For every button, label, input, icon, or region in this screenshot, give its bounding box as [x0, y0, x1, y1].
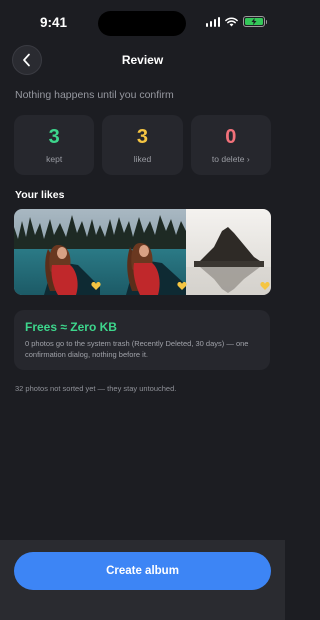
- battery-icon: [243, 16, 267, 27]
- stat-card-to-delete[interactable]: 0 to delete ›: [190, 115, 271, 175]
- stat-label-to-delete: to delete ›: [211, 154, 250, 164]
- frees-title: Frees ≈ Zero KB: [25, 320, 117, 334]
- stat-value-liked: 3: [136, 126, 149, 148]
- photo-thumbnail[interactable]: [14, 209, 100, 295]
- status-icons: [205, 16, 267, 27]
- stat-value-to-delete: 0: [225, 126, 237, 148]
- cellular-signal-icon: [205, 16, 220, 27]
- unsorted-note: 32 photos not sorted yet — they stay unt…: [15, 384, 177, 393]
- heart-icon: [260, 281, 270, 290]
- wifi-icon: [225, 16, 238, 26]
- storage-info-card: Frees ≈ Zero KB 0 photos go to the syste…: [14, 310, 270, 370]
- status-time: 9:41: [40, 15, 68, 30]
- liked-photos-strip: [14, 209, 271, 295]
- stat-label-liked: liked: [133, 154, 152, 164]
- stat-value-kept: 3: [48, 126, 60, 148]
- heart-icon: [177, 281, 187, 290]
- heart-icon: [91, 281, 101, 290]
- trash-description: 0 photos go to the system trash (Recentl…: [25, 339, 249, 359]
- photo-thumbnail[interactable]: [186, 209, 271, 295]
- dynamic-island: [98, 11, 186, 36]
- photo-thumbnail[interactable]: [100, 209, 186, 295]
- stat-card-kept: 3 kept: [14, 115, 95, 175]
- subtitle: Nothing happens until you confirm: [15, 89, 174, 101]
- stat-label-kept: kept: [46, 154, 63, 164]
- stat-card-liked: 3 liked: [102, 115, 183, 175]
- review-screen: 9:41 Review Nothing happens until you co…: [0, 0, 285, 620]
- your-likes-title: Your likes: [15, 189, 65, 201]
- stats-row: 3 kept 3 liked 0 to delete ›: [14, 115, 271, 175]
- page-title: Review: [121, 53, 164, 67]
- create-album-button[interactable]: Create album: [14, 552, 271, 590]
- status-bar: 9:41: [0, 0, 285, 44]
